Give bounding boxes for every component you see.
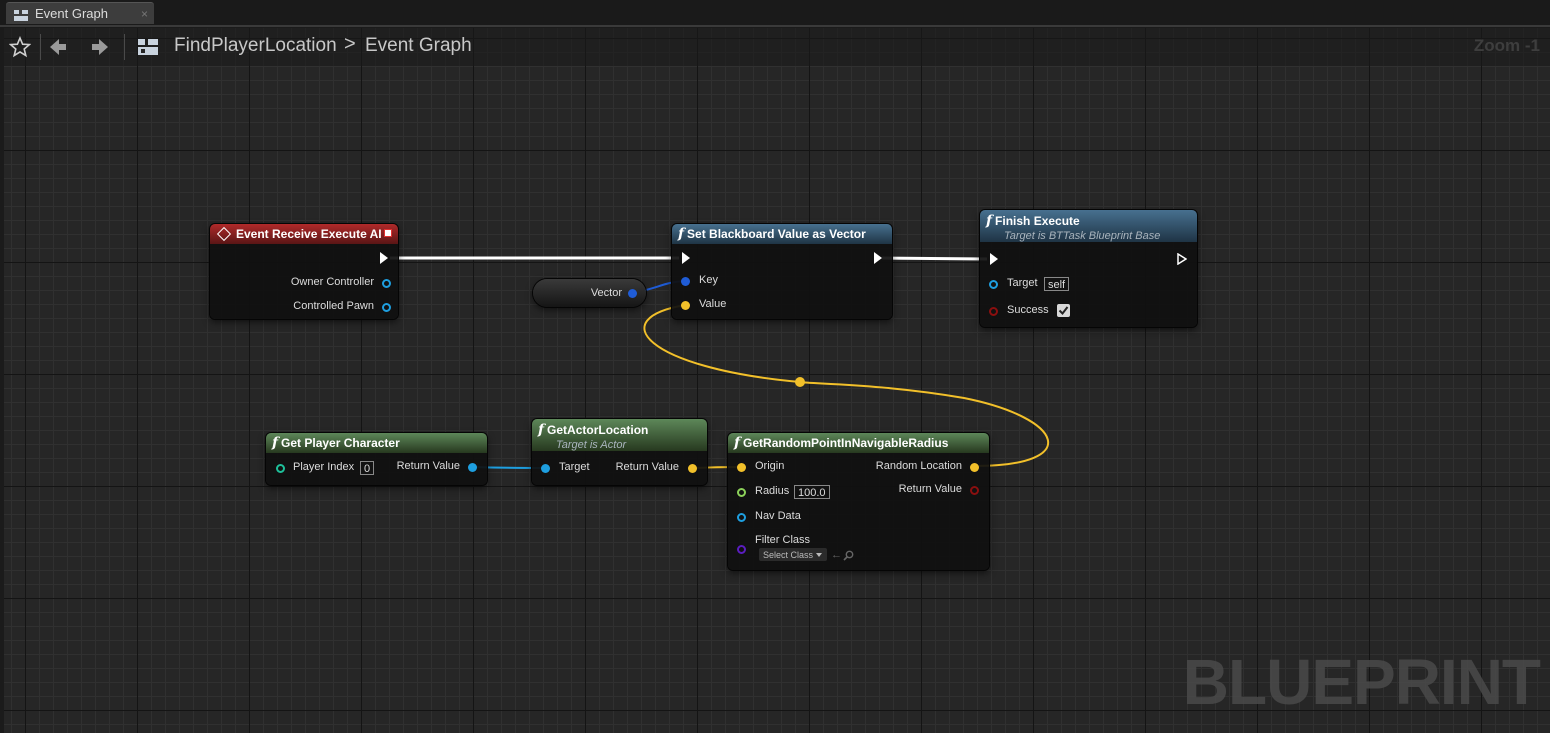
pin-label: Value	[699, 298, 727, 310]
exec-wire	[881, 256, 988, 261]
vector-variable-pin[interactable]	[628, 289, 637, 298]
arrow-right-icon[interactable]	[86, 33, 114, 61]
breadcrumb-blueprint[interactable]: FindPlayerLocation	[174, 35, 337, 57]
pin-label: Owner Controller	[290, 276, 374, 288]
pin-label: Player Index	[293, 461, 355, 473]
pin-label: Success	[1007, 304, 1049, 316]
node-get-random-point-in-navigable-radius[interactable]: f GetRandomPointInNavigableRadius Origin…	[728, 433, 989, 570]
pin-label: Radius	[755, 485, 790, 497]
target-default-value[interactable]: self	[1044, 277, 1070, 291]
owner-controller-pin[interactable]	[382, 279, 391, 288]
target-pin[interactable]	[989, 280, 998, 289]
function-icon: f	[538, 422, 545, 438]
graph-toolbar: FindPlayerLocation > Event Graph Zoom -1	[4, 28, 1550, 66]
pin-label: Return Value	[396, 460, 460, 472]
node-set-blackboard-value-as-vector[interactable]: f Set Blackboard Value as Vector Key Val…	[672, 224, 892, 319]
pin-label: Controlled Pawn	[293, 300, 374, 312]
node-header: f GetRandomPointInNavigableRadius	[728, 433, 989, 453]
function-icon: f	[986, 213, 993, 229]
node-header: f Set Blackboard Value as Vector	[672, 224, 892, 244]
variable-label: Vector	[590, 287, 622, 299]
use-selected-arrow-icon[interactable]: ←	[831, 549, 842, 561]
node-finish-execute[interactable]: f Finish Execute Target is BTTask Bluepr…	[980, 210, 1197, 327]
node-get-player-character[interactable]: f Get Player Character Player Index 0 Re…	[266, 433, 487, 485]
event-diamond-icon	[216, 226, 232, 242]
node-title: GetRandomPointInNavigableRadius	[743, 436, 949, 450]
blueprint-graph-icon	[134, 33, 162, 61]
filter-class-pin[interactable]	[737, 545, 746, 554]
origin-pin[interactable]	[737, 463, 746, 472]
chevron-down-icon	[816, 552, 823, 557]
node-event-receive-execute-ai[interactable]: Event Receive Execute AI Owner Controlle…	[210, 224, 398, 319]
exec-out-pin[interactable]	[1177, 253, 1187, 265]
random-location-pin[interactable]	[970, 463, 979, 472]
success-checkbox[interactable]	[1057, 304, 1070, 317]
pin-label: Key	[699, 274, 718, 286]
pin-label: Target	[559, 461, 590, 473]
exec-in-pin[interactable]	[990, 253, 998, 265]
pin-label: Target	[1007, 277, 1038, 289]
function-icon: f	[678, 226, 685, 242]
node-title: Set Blackboard Value as Vector	[687, 227, 866, 241]
wire-layer	[390, 256, 1050, 469]
radius-pin[interactable]	[737, 488, 746, 497]
node-vector-variable[interactable]: Vector	[533, 279, 646, 307]
blueprint-graph-icon	[14, 8, 28, 21]
success-pin[interactable]	[989, 307, 998, 316]
zoom-level: Zoom -1	[1473, 36, 1540, 55]
value-pin[interactable]	[681, 301, 690, 310]
pin-label: Random Location	[875, 460, 962, 472]
close-icon[interactable]: ×	[141, 7, 148, 21]
pin-label: Origin	[755, 460, 785, 472]
node-title: Finish Execute	[995, 214, 1080, 228]
radius-value[interactable]: 100.0	[794, 485, 830, 499]
toolbar-divider	[40, 34, 41, 60]
nav-data-pin[interactable]	[737, 513, 746, 522]
target-pin[interactable]	[541, 464, 550, 473]
return-value-pin[interactable]	[468, 463, 477, 472]
return-value-pin[interactable]	[688, 464, 697, 473]
node-title: Get Player Character	[281, 436, 400, 450]
node-title: GetActorLocation	[547, 423, 649, 437]
node-subtitle: Target is BTTask Blueprint Base	[1004, 230, 1161, 242]
pin-label: Filter Class	[755, 534, 811, 546]
node-get-actor-location[interactable]: f GetActorLocation Target is Actor Targe…	[532, 419, 707, 485]
delegate-pin-icon[interactable]	[384, 229, 392, 237]
node-header: Event Receive Execute AI	[210, 224, 398, 244]
tab-strip: Event Graph ×	[0, 0, 1550, 27]
player-index-pin[interactable]	[276, 464, 285, 473]
pin-label: Return Value	[615, 461, 679, 473]
blueprint-watermark: BLUEPRINT	[1182, 646, 1541, 718]
pin-label: Nav Data	[755, 510, 801, 522]
breadcrumb-separator: >	[344, 33, 356, 55]
filter-class-select[interactable]: Select Class	[759, 548, 827, 561]
browse-search-icon[interactable]	[843, 548, 854, 566]
node-title: Event Receive Execute AI	[236, 227, 382, 241]
node-header: f Finish Execute Target is BTTask Bluepr…	[980, 210, 1197, 242]
star-icon[interactable]	[6, 33, 34, 61]
reroute-knot	[795, 377, 805, 387]
exec-in-pin[interactable]	[682, 252, 690, 264]
key-pin[interactable]	[681, 277, 690, 286]
function-icon: f	[272, 435, 279, 451]
toolbar-divider	[124, 34, 125, 60]
checkmark-icon	[1058, 306, 1069, 316]
tab-label: Event Graph	[35, 6, 108, 21]
filter-class-select-label: Select Class	[763, 549, 814, 560]
node-subtitle: Target is Actor	[556, 439, 627, 451]
function-icon: f	[734, 435, 741, 451]
breadcrumb-graph[interactable]: Event Graph	[365, 35, 472, 57]
exec-out-pin[interactable]	[380, 252, 388, 264]
exec-out-pin[interactable]	[874, 252, 882, 264]
tab-underline	[0, 25, 1550, 27]
pin-label: Return Value	[898, 483, 962, 495]
tab-event-graph[interactable]: Event Graph ×	[6, 2, 154, 24]
node-header: f Get Player Character	[266, 433, 487, 453]
controlled-pawn-pin[interactable]	[382, 303, 391, 312]
arrow-left-icon[interactable]	[44, 33, 72, 61]
return-value-pin[interactable]	[970, 486, 979, 495]
player-index-value[interactable]: 0	[360, 461, 375, 475]
node-header: f GetActorLocation Target is Actor	[532, 419, 707, 451]
graph-canvas[interactable]: FindPlayerLocation > Event Graph Zoom -1…	[4, 28, 1550, 733]
